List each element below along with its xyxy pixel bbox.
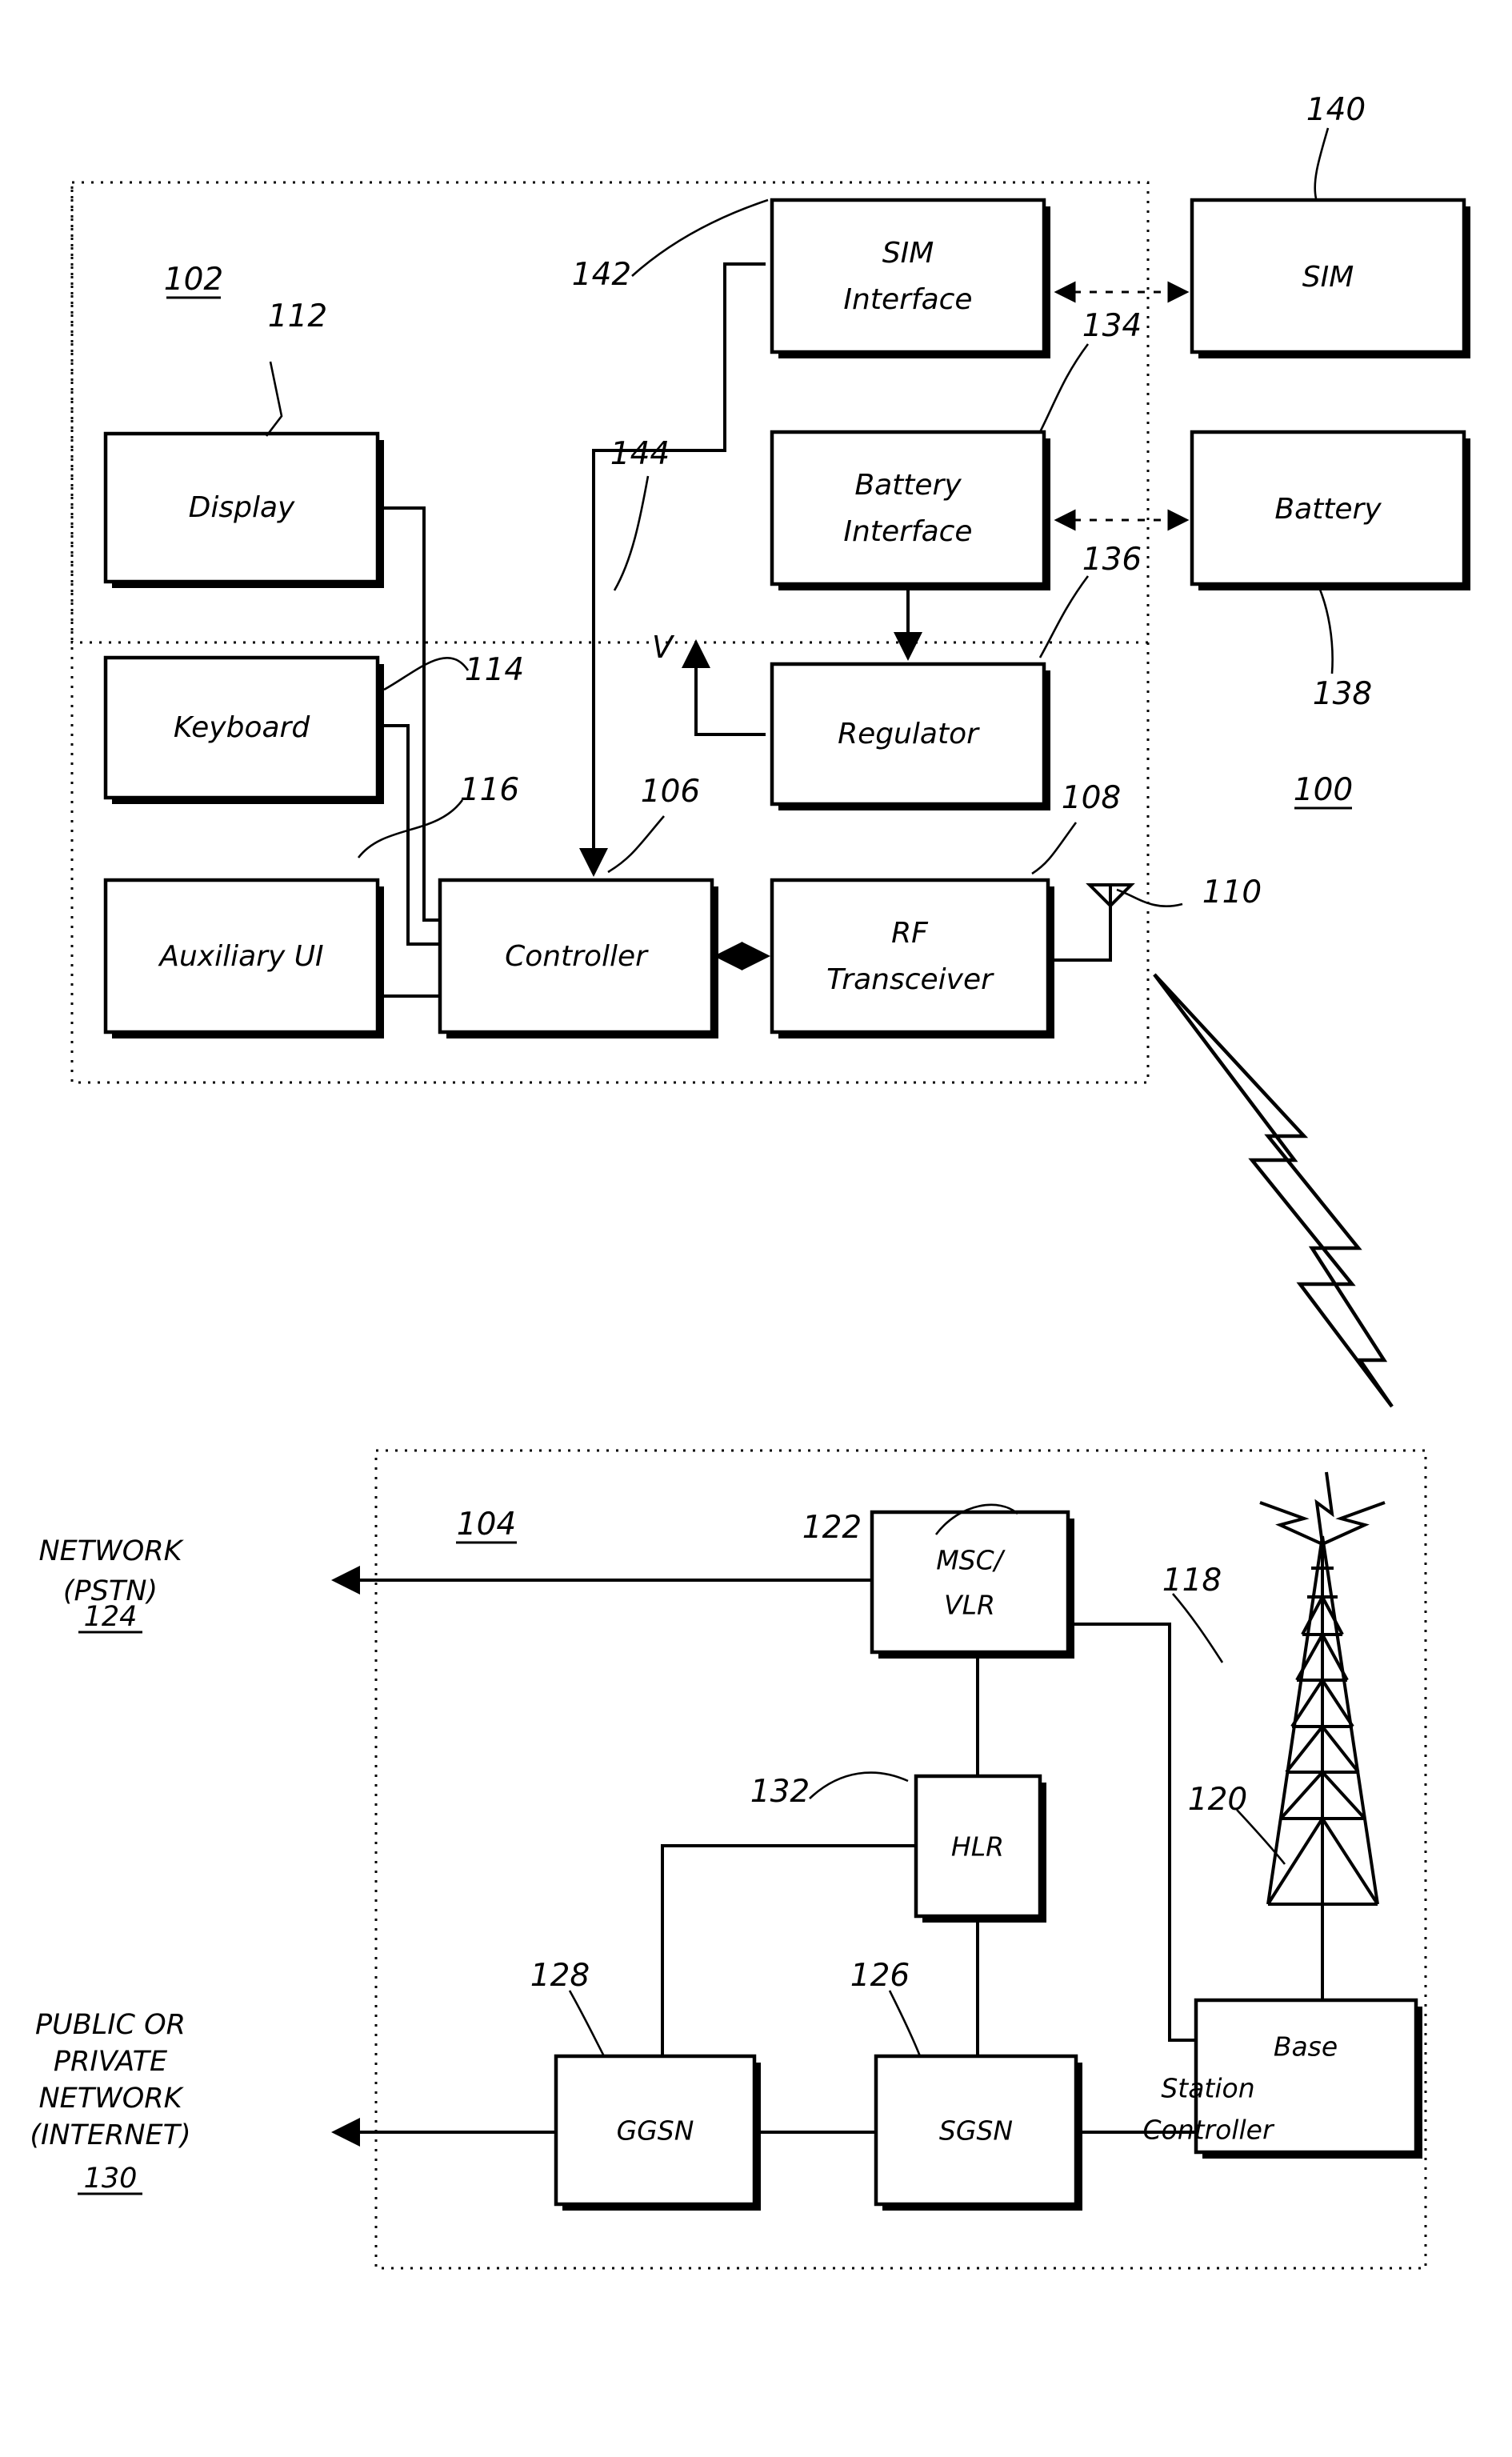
ref-132: 132 [750,1774,810,1810]
label-pstn-line1: NETWORK [38,1535,184,1567]
ref-140: 140 [1306,92,1366,128]
ref-102: 102 [164,262,223,298]
ref-128: 128 [530,1958,590,1994]
label-msc-vlr-line1: MSC/ [936,1545,1006,1576]
ref-130: 130 [84,2163,138,2195]
label-internet-line1: PUBLIC OR [35,2009,186,2041]
label-ggsn: GGSN [617,2115,694,2147]
patent-figure-canvas: 102 100 104 Display Keyboard Auxiliary U… [0,0,1512,2457]
ref-106: 106 [641,774,700,810]
label-internet-line4: (INTERNET) [30,2119,190,2151]
label-keyboard: Keyboard [174,711,311,744]
ref-144: 144 [610,436,670,472]
ref-116: 116 [460,772,519,808]
label-regulator: Regulator [838,718,980,750]
label-battery: Battery [1274,493,1382,526]
ref-104: 104 [457,1507,516,1543]
label-sim-interface-line1: SIM [882,237,934,270]
label-sgsn: SGSN [939,2115,1013,2147]
ref-136: 136 [1082,542,1142,578]
ref-110: 110 [1202,874,1262,910]
ref-112: 112 [268,298,327,334]
ref-142: 142 [572,257,631,293]
label-controller: Controller [505,940,649,973]
label-bsc-line2: Station [1161,2073,1254,2104]
ref-124: 124 [84,1601,138,1633]
label-display: Display [189,491,295,524]
ref-108: 108 [1062,780,1121,816]
ref-118: 118 [1162,1563,1222,1599]
label-sim-interface-line2: Interface [843,283,972,316]
label-auxiliary-ui: Auxiliary UI [158,940,323,973]
label-bsc-line3: Controller [1142,2115,1274,2146]
label-hlr: HLR [951,1831,1004,1863]
ref-122: 122 [802,1510,862,1546]
diagram-text-layer: 102 100 104 Display Keyboard Auxiliary U… [30,92,1382,2195]
label-battery-interface-line1: Battery [854,469,962,502]
ref-100: 100 [1294,772,1353,808]
ref-126: 126 [850,1958,910,1994]
ref-114: 114 [465,652,524,688]
label-voltage-v: V [652,630,675,665]
label-rf-transceiver-line2: Transceiver [826,963,994,996]
ref-138: 138 [1313,676,1372,712]
label-battery-interface-line2: Interface [843,515,972,548]
label-bsc-line1: Base [1274,2031,1338,2063]
label-internet-line2: PRIVATE [54,2046,168,2078]
label-sim: SIM [1302,261,1354,294]
label-rf-transceiver-line1: RF [891,917,929,950]
ref-120: 120 [1188,1782,1247,1818]
label-msc-vlr-line2: VLR [944,1590,995,1621]
ref-134: 134 [1082,308,1142,344]
label-internet-line3: NETWORK [38,2083,184,2115]
